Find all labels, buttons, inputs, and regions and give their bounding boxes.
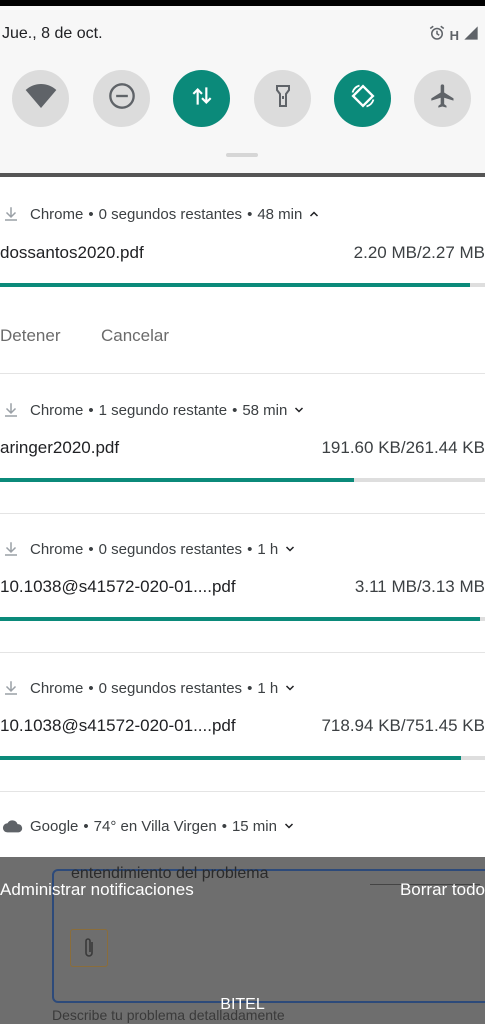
weather-notification[interactable]: Google • 74° en Villa Virgen • 15 min [0, 792, 485, 857]
download-icon [2, 203, 24, 225]
chevron-down-icon[interactable] [293, 404, 305, 416]
notification-time: 1 h [257, 540, 279, 558]
progress-fill [0, 756, 461, 760]
status-icons: H [428, 24, 479, 47]
notification-time: 48 min [257, 205, 303, 223]
clear-all-button[interactable]: Borrar todo [400, 880, 485, 900]
download-notification[interactable]: Chrome • 1 segundo restante • 58 min ari… [0, 374, 485, 513]
file-name: dossantos2020.pdf [0, 243, 144, 262]
file-name: 10.1038@s41572-020-01....pdf [0, 577, 236, 596]
do-not-disturb-icon [108, 82, 136, 115]
file-size: 2.20 MB/2.27 MB [353, 243, 485, 262]
notification-header: Google • 74° en Villa Virgen • 15 min [0, 815, 295, 837]
notification-time: 58 min [242, 401, 288, 419]
network-type-label: H [449, 28, 459, 43]
notification-time: 1 h [257, 679, 279, 697]
stop-button[interactable]: Detener [0, 326, 60, 346]
progress-fill [0, 283, 471, 287]
time-remaining: 0 segundos restantes [98, 540, 243, 558]
weather-summary: 74° en Villa Virgen [93, 817, 217, 835]
file-size: 191.60 KB/261.44 KB [321, 438, 485, 457]
app-name: Chrome [30, 205, 84, 223]
time-remaining: 0 segundos restantes [98, 205, 243, 223]
alarm-icon [428, 24, 446, 47]
download-progress-bar [0, 283, 485, 287]
time-remaining: 0 segundos restantes [98, 679, 243, 697]
app-name: Chrome [30, 679, 84, 697]
app-name: Google [30, 817, 79, 835]
flashlight-tile[interactable] [254, 70, 311, 127]
download-icon [2, 538, 24, 560]
file-name: 10.1038@s41572-020-01....pdf [0, 716, 236, 735]
auto-rotate-tile[interactable] [334, 70, 391, 127]
airplane-mode-icon [429, 82, 457, 115]
download-progress-bar [0, 756, 485, 760]
progress-fill [0, 478, 355, 482]
file-size: 3.11 MB/3.13 MB [354, 577, 485, 596]
app-name: Chrome [30, 540, 84, 558]
do-not-disturb-tile[interactable] [93, 70, 150, 127]
mobile-data-icon [189, 83, 215, 114]
download-progress-bar [0, 617, 485, 621]
time-remaining: 1 segundo restante [98, 401, 228, 419]
airplane-mode-tile[interactable] [414, 70, 471, 127]
cancel-button[interactable]: Cancelar [101, 326, 169, 346]
cloud-icon [2, 815, 24, 837]
chevron-down-icon[interactable] [284, 543, 296, 555]
quick-settings-panel: Jue., 8 de oct. H [0, 6, 485, 174]
carrier-label: BITEL [220, 996, 265, 1013]
download-notification[interactable]: Chrome • 0 segundos restantes • 1 h 10.1… [0, 653, 485, 791]
download-icon [2, 677, 24, 699]
mobile-data-tile[interactable] [173, 70, 230, 127]
notification-footer-scrim: entendimiento del problema Describe tu p… [0, 857, 485, 1024]
chevron-up-icon[interactable] [308, 208, 320, 220]
progress-fill [0, 617, 481, 621]
auto-rotate-icon [349, 82, 377, 115]
notification-header: Chrome • 0 segundos restantes • 1 h [0, 538, 296, 560]
download-icon [2, 399, 24, 421]
wifi-tile[interactable] [12, 70, 69, 127]
file-name: aringer2020.pdf [0, 438, 120, 457]
download-notification[interactable]: Chrome • 0 segundos restantes • 1 h 10.1… [0, 514, 485, 652]
chevron-down-icon[interactable] [283, 820, 295, 832]
drag-handle[interactable] [226, 153, 258, 157]
download-progress-bar [0, 478, 485, 482]
file-size: 718.94 KB/751.45 KB [321, 716, 485, 735]
signal-icon [463, 25, 479, 46]
notification-header: Chrome • 1 segundo restante • 58 min [0, 399, 305, 421]
notification-time: 15 min [231, 817, 277, 835]
download-notification[interactable]: Chrome • 0 segundos restantes • 48 min d… [0, 177, 485, 373]
chevron-down-icon[interactable] [284, 682, 296, 694]
notification-header: Chrome • 0 segundos restantes • 48 min [0, 203, 320, 225]
status-date: Jue., 8 de oct. [2, 25, 103, 42]
wifi-icon [25, 80, 57, 117]
flashlight-icon [271, 83, 295, 114]
manage-notifications-button[interactable]: Administrar notificaciones [0, 880, 194, 900]
app-name: Chrome [30, 401, 84, 419]
notification-header: Chrome • 0 segundos restantes • 1 h [0, 677, 296, 699]
quick-settings-tiles [0, 70, 485, 132]
attachment-icon [70, 929, 108, 967]
